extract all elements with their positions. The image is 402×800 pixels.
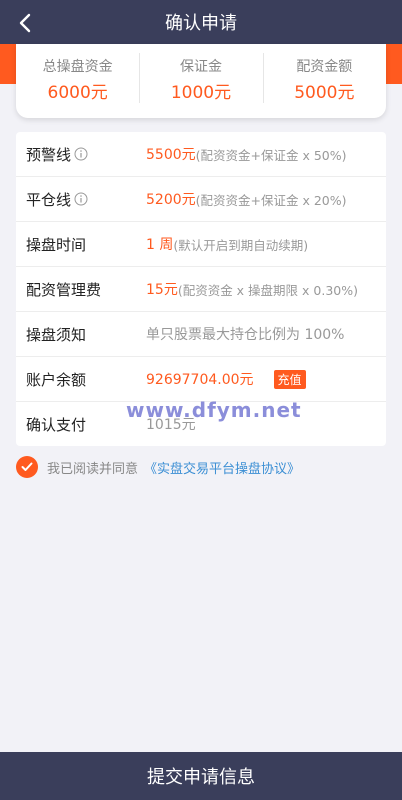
agreement-link[interactable]: 《实盘交易平台操盘协议》 [144,458,300,477]
app-header: 确认申请 [0,0,402,44]
agreement: 我已阅读并同意 《实盘交易平台操盘协议》 [16,456,300,478]
summary-margin-value: 1000元 [170,82,232,103]
chevron-left-icon [19,13,31,33]
agreement-text: 我已阅读并同意 [47,461,139,477]
liquidation-line-value: 5200元 [146,192,196,208]
warning-line-value: 5500元 [146,147,196,163]
row-liquidation-line: 平仓线 5200元 (配资资金+保证金 x 20%) [16,177,386,222]
management-fee-label: 配资管理费 [26,280,102,299]
checkmark-icon [21,462,33,471]
summary-financing-value: 5000元 [294,82,355,103]
watermark: www.dfym.net [126,398,302,422]
row-trading-period: 操盘时间 1 周 (默认开启到期自动续期) [16,222,386,267]
trading-period-note: (默认开启到期自动续期) [173,237,309,253]
summary-total-value: 6000元 [47,82,108,103]
agreement-checkbox[interactable] [16,456,38,478]
trading-period-value: 1 周 [146,237,174,253]
info-icon[interactable] [74,147,88,161]
summary-card: 总操盘资金 6000元 保证金 1000元 配资金额 5000元 [16,44,386,118]
page-title: 确认申请 [165,13,237,34]
summary-financing-label: 配资金额 [296,58,353,75]
warning-line-label: 预警线 [26,145,72,164]
summary-total-label: 总操盘资金 [42,58,113,75]
summary-financing: 配资金额 5000元 [262,52,386,106]
liquidation-line-note: (配资资金+保证金 x 20%) [195,192,347,208]
submit-button[interactable]: 提交申请信息 [0,752,402,800]
row-warning-line: 预警线 5500元 (配资资金+保证金 x 50%) [16,132,386,177]
trading-rules-value: 单只股票最大持仓比例为 100% [146,327,345,343]
confirm-payment-label: 确认支付 [26,415,87,434]
info-icon[interactable] [74,192,88,206]
trading-rules-label: 操盘须知 [26,325,87,344]
liquidation-line-label: 平仓线 [26,190,72,209]
account-balance-value: 92697704.00元 [146,372,254,388]
summary-margin: 保证金 1000元 [139,52,262,106]
recharge-button[interactable]: 充值 [273,369,306,389]
back-button[interactable] [14,12,36,34]
summary-total: 总操盘资金 6000元 [16,57,139,106]
management-fee-note: (配资资金 x 操盘期限 x 0.30%) [177,282,358,298]
row-account-balance: 账户余额 92697704.00元 充值 [16,357,386,402]
warning-line-note: (配资资金+保证金 x 50%) [195,147,347,163]
row-management-fee: 配资管理费 15元 (配资资金 x 操盘期限 x 0.30%) [16,267,386,312]
row-trading-rules: 操盘须知 单只股票最大持仓比例为 100% [16,312,386,357]
account-balance-label: 账户余额 [26,370,87,389]
management-fee-value: 15元 [146,282,178,298]
trading-period-label: 操盘时间 [26,235,87,254]
summary-margin-label: 保证金 [179,58,222,75]
